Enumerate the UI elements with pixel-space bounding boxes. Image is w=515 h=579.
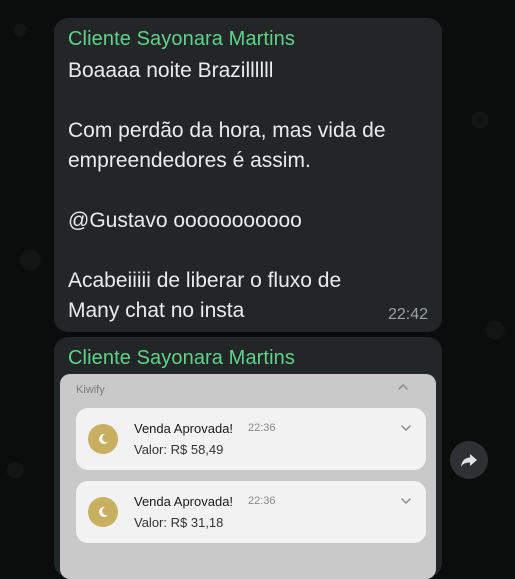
notification-value: Valor: R$ 31,18 xyxy=(134,515,224,530)
chevron-down-icon xyxy=(401,498,411,505)
chevron-down-icon xyxy=(401,425,411,432)
notification-value: Valor: R$ 58,49 xyxy=(134,442,224,457)
notification-app-name: Kiwify xyxy=(76,384,105,396)
message-bubble[interactable]: Cliente Sayonara Martins Kiwify Venda Ap… xyxy=(54,337,442,579)
forward-button[interactable] xyxy=(450,441,488,479)
message-line: Many chat no insta xyxy=(68,299,245,322)
notification-card: Venda Aprovada! 22:36 Valor: R$ 31,18 xyxy=(76,481,426,543)
moon-icon xyxy=(99,506,108,517)
forward-arrow-icon xyxy=(461,454,477,467)
message-line: Acabeiiiii de liberar o fluxo de xyxy=(68,269,342,292)
message-blank-line xyxy=(68,176,428,206)
message-line: @Gustavo ooooooooooo xyxy=(68,209,302,232)
notification-time: 22:36 xyxy=(248,495,276,507)
app-icon xyxy=(88,497,118,527)
message-line: Boaaaa noite Brazillllll xyxy=(68,59,274,82)
sender-name[interactable]: Cliente Sayonara Martins xyxy=(68,347,295,370)
message-line: empreendedores é assim. xyxy=(68,149,311,172)
chevron-up-icon xyxy=(398,383,408,390)
notification-screenshot[interactable]: Kiwify Venda Aprovada! 22:36 Valor: R$ 5… xyxy=(60,374,436,579)
message-blank-line xyxy=(68,236,428,266)
message-timestamp: 22:42 xyxy=(387,306,428,323)
message-line: Com perdão da hora, mas vida de xyxy=(68,119,386,142)
app-icon xyxy=(88,424,118,454)
moon-icon xyxy=(99,433,108,444)
message-text: Boaaaa noite Brazillllll Com perdão da h… xyxy=(68,56,428,326)
notification-card: Venda Aprovada! 22:36 Valor: R$ 58,49 xyxy=(76,408,426,470)
notification-title: Venda Aprovada! xyxy=(134,421,234,436)
notification-time: 22:36 xyxy=(248,422,276,434)
message-blank-line xyxy=(68,86,428,116)
sender-name[interactable]: Cliente Sayonara Martins xyxy=(68,28,295,51)
message-bubble[interactable]: Cliente Sayonara Martins Boaaaa noite Br… xyxy=(54,18,442,332)
notification-title: Venda Aprovada! xyxy=(134,494,234,509)
